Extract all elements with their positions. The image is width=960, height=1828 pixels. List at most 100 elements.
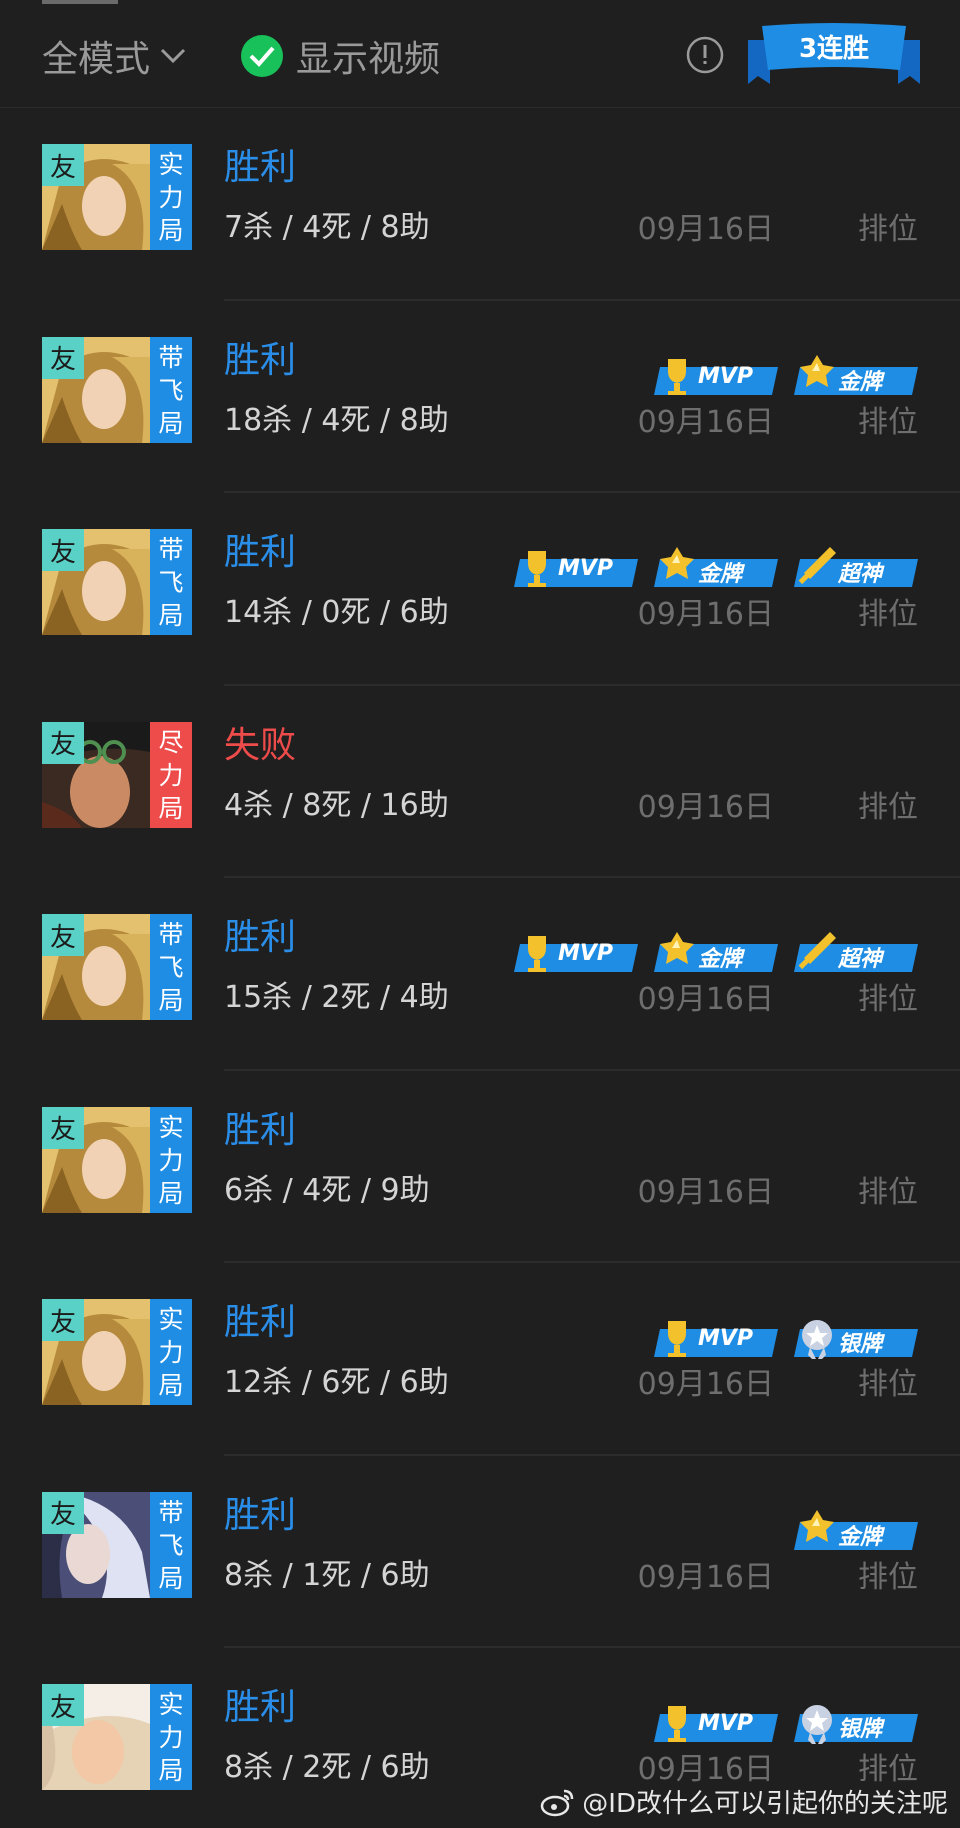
badge-label: 金牌	[698, 947, 743, 972]
performance-tag-char: 力	[158, 760, 184, 790]
performance-tag-char: 力	[158, 1145, 184, 1175]
match-type: 排位	[858, 789, 918, 825]
gold-medal-badge: 金牌	[790, 1508, 918, 1556]
silver-medal-badge: 银牌	[790, 1315, 918, 1363]
performance-tag-char: 局	[158, 601, 184, 630]
performance-tag-char: 力	[158, 183, 184, 212]
performance-tag-char: 局	[158, 793, 184, 823]
info-icon[interactable]	[686, 36, 724, 74]
friend-badge: 友	[42, 1684, 84, 1726]
performance-tag: 实力局	[150, 144, 192, 250]
watermark-text: @ID改什么可以引起你的关注呢	[582, 1789, 948, 1819]
achievement-badges: 金牌	[778, 1508, 918, 1556]
achievement-badges: MVP 金牌 超神	[498, 930, 918, 978]
friend-badge: 友	[42, 721, 84, 764]
kda-stats: 18杀 / 4死 / 8助	[224, 402, 449, 438]
hero-avatar[interactable]: 友 带飞局	[42, 1491, 192, 1598]
show-video-toggle[interactable]: 显示视频	[240, 30, 440, 82]
mode-select-label: 全模式	[42, 39, 151, 80]
mvp-badge: MVP	[510, 545, 638, 593]
hero-avatar[interactable]: 友 带飞局	[42, 529, 192, 635]
match-row[interactable]: 友实力局胜利 7杀 / 4死 / 8助 09月16日 排位	[0, 108, 960, 301]
check-circle-icon	[241, 35, 283, 77]
mode-select[interactable]: 全模式	[42, 30, 188, 82]
match-type: 排位	[858, 982, 918, 1017]
match-date: 09月16日	[637, 1752, 774, 1787]
kda-stats: 8杀 / 1死 / 6助	[224, 1557, 430, 1593]
hero-avatar[interactable]: 友 实力局	[42, 1106, 192, 1213]
badge-label: MVP	[558, 556, 614, 581]
hero-avatar[interactable]: 友 尽力局	[42, 721, 192, 828]
match-row[interactable]: 友尽力局失败 4杀 / 8死 / 16助 09月16日 排位	[0, 686, 960, 878]
performance-tag: 带飞局	[150, 1491, 192, 1598]
match-date: 09月16日	[637, 789, 774, 825]
performance-tag-char: 实	[158, 1690, 184, 1719]
gold-medal-badge: 金牌	[790, 353, 918, 401]
performance-tag-char: 力	[158, 1338, 184, 1367]
badge-label: MVP	[698, 1326, 754, 1351]
performance-tag-char: 局	[158, 1178, 184, 1208]
match-row[interactable]: 友实力局胜利 6杀 / 4死 / 9助 09月16日 排位	[0, 1071, 960, 1263]
badge-label: MVP	[698, 1711, 754, 1736]
match-type: 排位	[858, 1559, 918, 1595]
hero-avatar[interactable]: 友 实力局	[42, 1299, 192, 1405]
match-list: 友实力局胜利 7杀 / 4死 / 8助 09月16日 排位友带飞局胜利 18杀 / 4死…	[0, 108, 960, 1828]
match-row[interactable]: 友实力局胜利 12杀 / 6死 / 6助 MVP 银牌 09月16日 排位	[0, 1263, 960, 1456]
hero-avatar[interactable]: 友 实力局	[42, 1684, 192, 1790]
badge-label: 银牌	[838, 1332, 883, 1357]
badge-label: 超神	[838, 562, 883, 587]
match-row[interactable]: 友带飞局胜利 18杀 / 4死 / 8助 MVP 金牌 09月16日 排位	[0, 301, 960, 493]
match-type: 排位	[858, 1752, 918, 1787]
match-row[interactable]: 友带飞局胜利 8杀 / 1死 / 6助 金牌 09月16日 排位	[0, 1456, 960, 1648]
kda-stats: 14杀 / 0死 / 6助	[224, 595, 449, 630]
achievement-badges: MVP 金牌 超神	[498, 545, 918, 593]
mvp-badge: MVP	[650, 1700, 778, 1748]
match-row[interactable]: 友带飞局胜利 14杀 / 0死 / 6助 MVP 金牌 超神 09月16日 排位	[0, 493, 960, 686]
match-result: 胜利	[224, 1494, 297, 1536]
match-result: 胜利	[224, 532, 297, 573]
gold-medal-badge: 金牌	[650, 545, 778, 593]
badge-label: MVP	[698, 363, 754, 389]
show-video-label: 显示视频	[296, 39, 441, 80]
mvp-badge: MVP	[650, 1315, 778, 1363]
performance-tag-char: 带	[158, 920, 184, 949]
hero-avatar[interactable]: 友 带飞局	[42, 914, 192, 1020]
kda-stats: 7杀 / 4死 / 8助	[224, 210, 430, 245]
legendary-badge: 超神	[790, 545, 918, 593]
hero-avatar[interactable]: 友 实力局	[42, 144, 192, 250]
performance-tag: 带飞局	[150, 336, 192, 443]
match-type: 排位	[858, 212, 918, 247]
performance-tag-char: 局	[158, 1756, 184, 1785]
performance-tag-char: 飞	[158, 953, 184, 982]
performance-tag-char: 实	[158, 150, 184, 179]
match-result: 失败	[224, 724, 297, 766]
match-result: 胜利	[224, 339, 297, 381]
performance-tag: 带飞局	[150, 529, 192, 635]
performance-tag-char: 尽	[158, 727, 184, 757]
match-type: 排位	[858, 597, 918, 632]
performance-tag-char: 局	[158, 216, 184, 245]
header: 全模式 显示视频 3连胜	[0, 0, 960, 108]
friend-badge: 友	[42, 144, 84, 186]
performance-tag-char: 带	[158, 1497, 184, 1527]
friend-badge: 友	[42, 1491, 84, 1534]
hero-avatar[interactable]: 友 带飞局	[42, 336, 192, 443]
mvp-badge: MVP	[650, 353, 778, 401]
win-streak-banner: 3连胜	[748, 20, 920, 90]
performance-tag-char: 飞	[158, 1530, 184, 1560]
friend-badge: 友	[42, 529, 84, 571]
performance-tag-char: 飞	[158, 375, 184, 405]
kda-stats: 15杀 / 2死 / 4助	[224, 980, 449, 1015]
performance-tag-char: 实	[158, 1112, 184, 1142]
match-result: 胜利	[224, 1302, 297, 1343]
badge-label: 超神	[838, 947, 883, 972]
kda-stats: 12杀 / 6死 / 6助	[224, 1365, 449, 1400]
kda-stats: 6杀 / 4死 / 9助	[224, 1172, 430, 1208]
badge-label: MVP	[558, 941, 614, 966]
performance-tag-char: 局	[158, 986, 184, 1015]
badge-label: 金牌	[838, 369, 883, 395]
performance-tag: 带飞局	[150, 914, 192, 1020]
match-row[interactable]: 友带飞局胜利 15杀 / 2死 / 4助 MVP 金牌 超神 09月16日 排位	[0, 878, 960, 1071]
match-date: 09月16日	[637, 982, 774, 1017]
performance-tag-char: 带	[158, 342, 184, 372]
